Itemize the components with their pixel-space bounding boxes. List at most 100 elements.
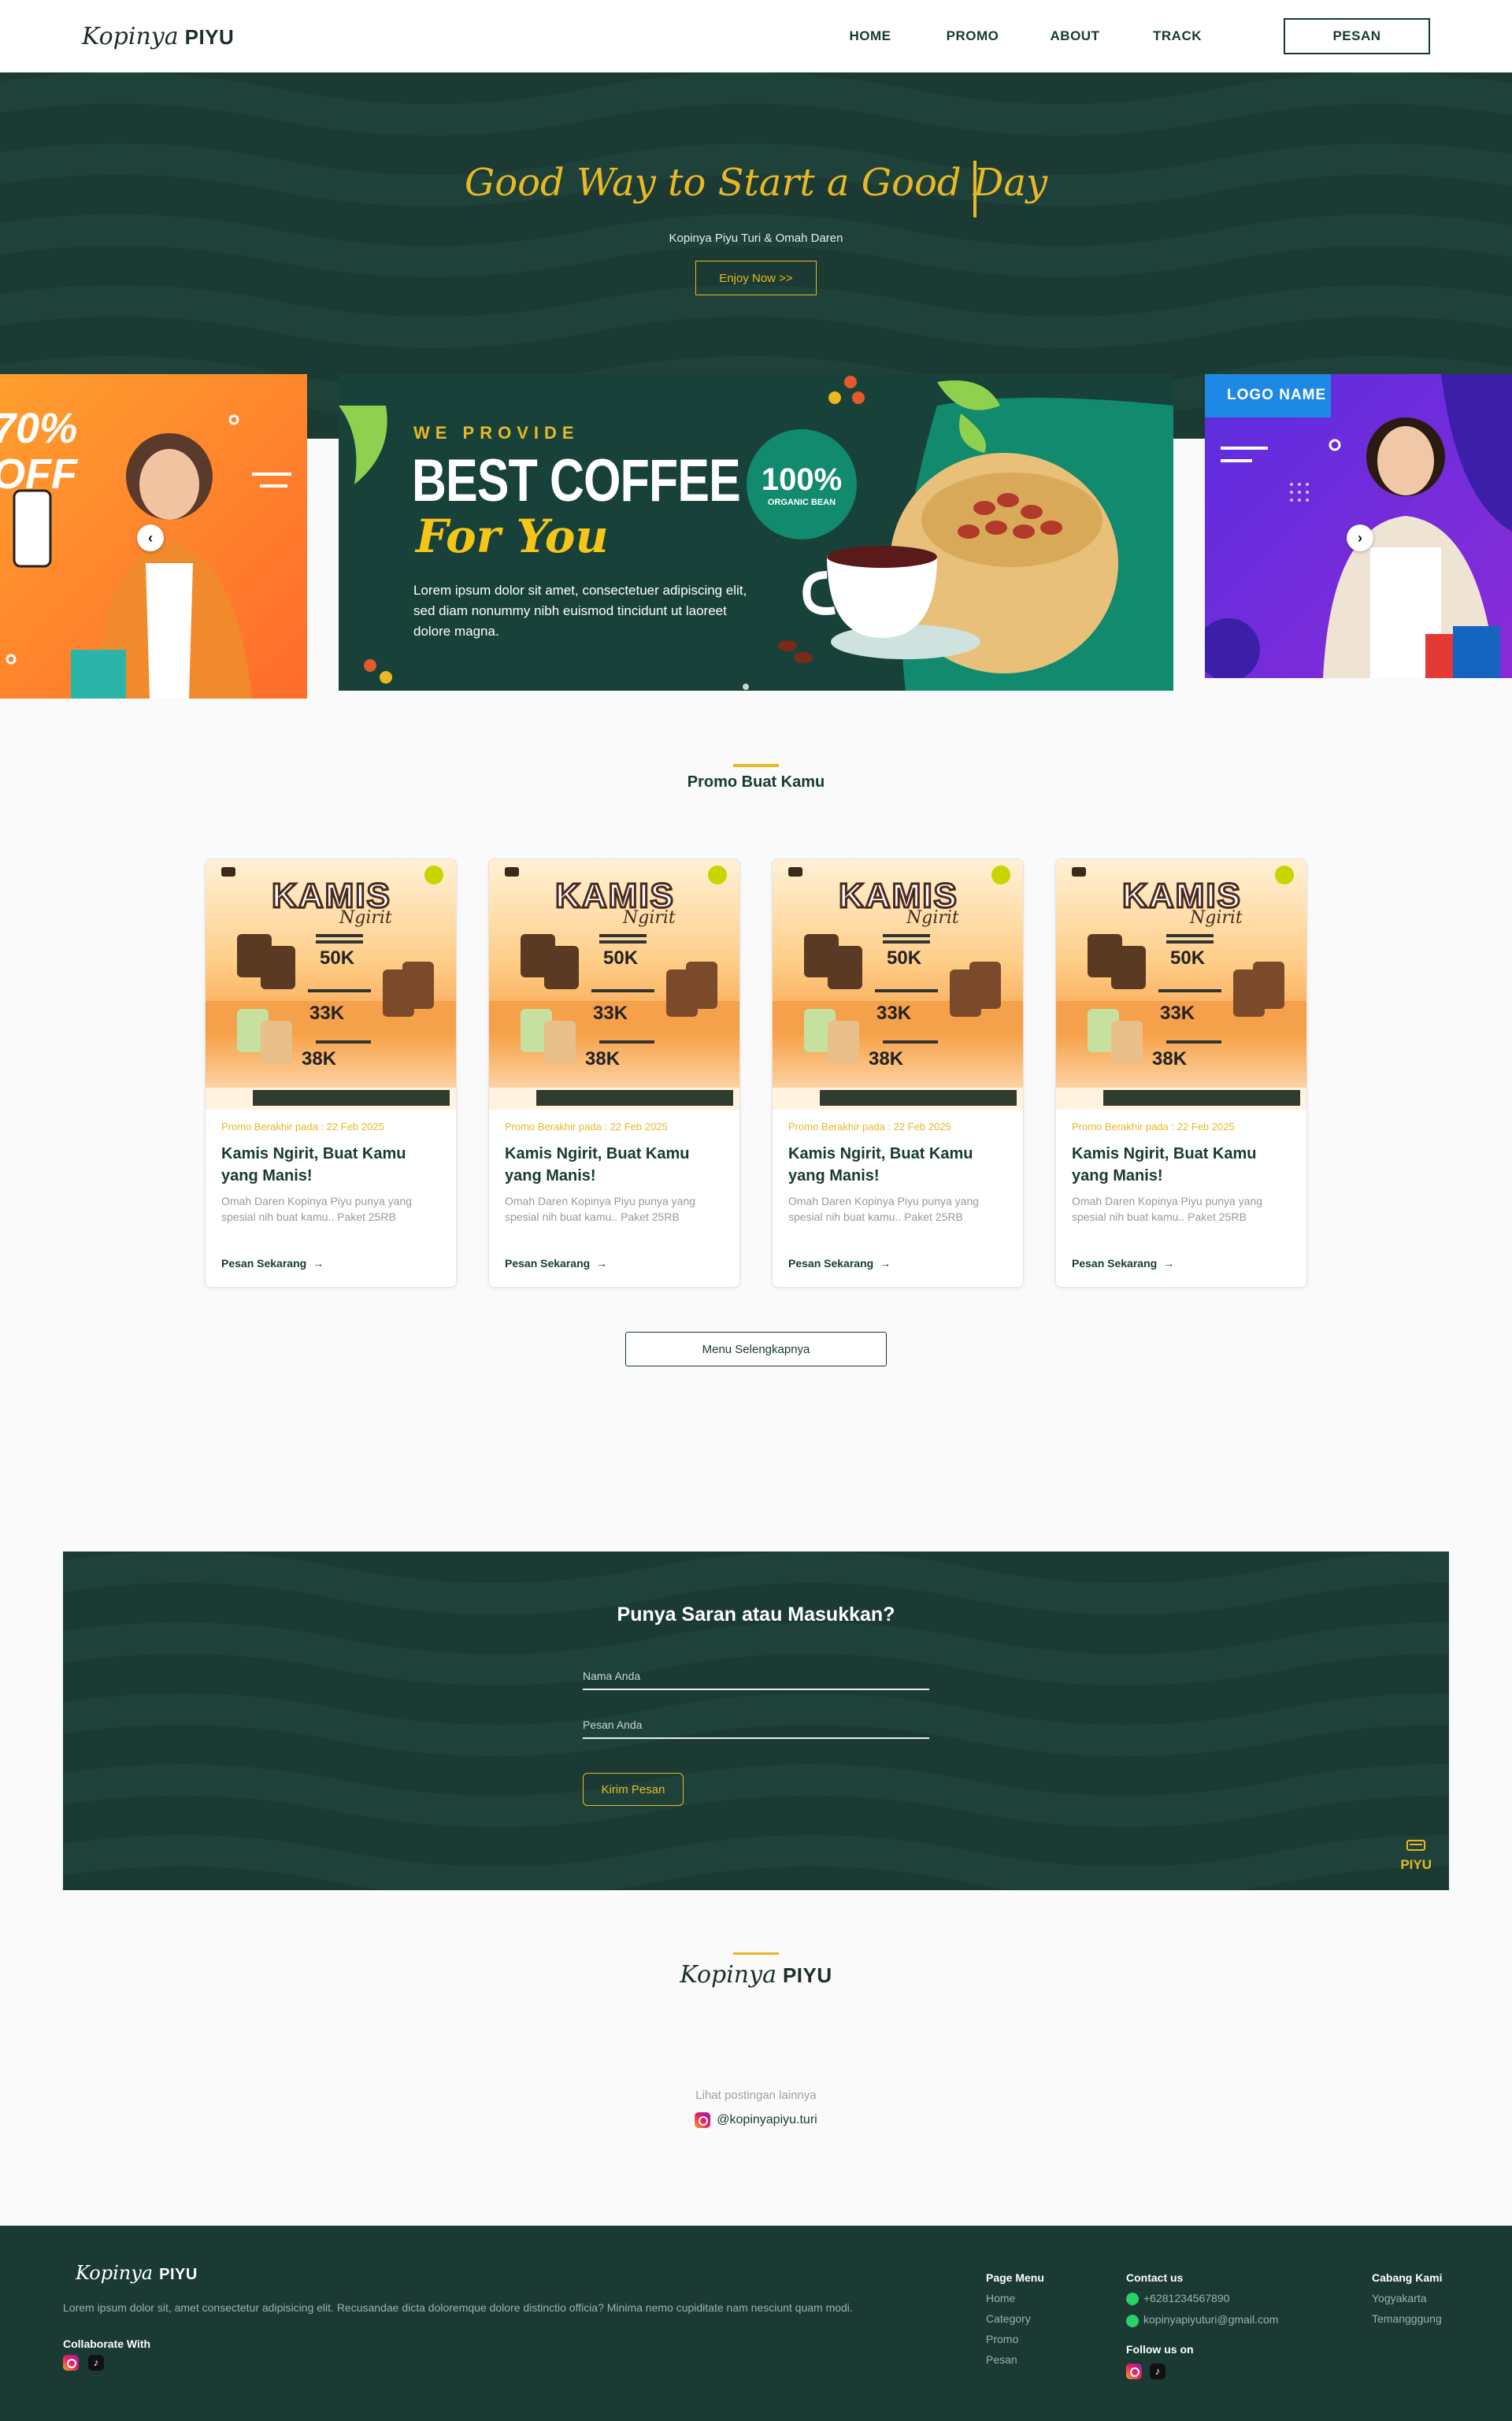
poster-price-33k: 33K (876, 1003, 912, 1024)
footer: Kopinya PIYU Lorem ipsum dolor sit, amet… (0, 2226, 1512, 2421)
poster-price-50k: 50K (1170, 947, 1206, 969)
promo-card-title: Kamis Ngirit, Buat Kamu yang Manis! (1072, 1145, 1257, 1185)
promo-card[interactable]: KAMIS Ngirit 50K 33K 38K Promo Berakhir … (1055, 858, 1307, 1288)
instagram-icon (695, 2112, 711, 2128)
carousel-next-arrow[interactable]: › (1347, 525, 1373, 551)
instagram-logo: Kopinya PIYU (0, 1961, 1512, 1989)
promo-end-date: Promo Berakhir pada : 22 Feb 2025 (221, 1121, 384, 1133)
whatsapp-icon (1126, 2314, 1139, 2327)
nav-track[interactable]: TRACK (1126, 28, 1228, 44)
banner-slide-prev[interactable]: 70% OFF ‹ (0, 374, 307, 699)
footer-link-pesan[interactable]: Pesan (986, 2353, 1044, 2366)
banner-script: For You (416, 510, 609, 563)
instagram-more-label: Lihat postingan lainnya (695, 2089, 817, 2102)
nav-home[interactable]: HOME (819, 28, 921, 44)
promo-poster-image: KAMIS Ngirit 50K 33K 38K (489, 859, 739, 1110)
follow-icons: ♪ (1126, 2363, 1278, 2379)
promo-poster-image: KAMIS Ngirit 50K 33K 38K (1056, 859, 1306, 1110)
instagram-icon[interactable] (63, 2355, 79, 2371)
promo-card[interactable]: KAMIS Ngirit 50K 33K 38K Promo Berakhir … (488, 858, 740, 1288)
poster-subtitle: Ngirit (1190, 908, 1243, 928)
promo-section-title: Promo Buat Kamu (687, 773, 825, 791)
promo-poster-image: KAMIS Ngirit 50K 33K 38K (206, 859, 456, 1110)
pesan-sekarang-link[interactable]: Pesan Sekarang → (505, 1257, 607, 1270)
contact-phone[interactable]: +6281234567890 (1126, 2292, 1278, 2306)
typing-caret (973, 161, 976, 217)
badge-percent: 100% (761, 462, 843, 497)
navbar: Kopinya PIYU HOME PROMO ABOUT TRACK PESA… (0, 0, 1512, 72)
carousel-indicator[interactable] (743, 684, 749, 690)
footer-logo[interactable]: Kopinya PIYU (76, 2262, 198, 2284)
collaborate-icons: ♪ (63, 2355, 104, 2371)
banner-slide-active[interactable]: WE PROVIDE BEST COFFEE For You Lorem ips… (339, 374, 1173, 691)
feedback-title: Punya Saran atau Masukkan? (617, 1603, 895, 1626)
poster-title: KAMIS (271, 876, 391, 917)
instagram-handle: @kopinyapiyu.turi (717, 2113, 817, 2126)
branch-temanggung[interactable]: Temangggung (1372, 2312, 1442, 2325)
logo-script: Kopinya (82, 22, 179, 50)
footer-page-menu: Page Menu Home Category Promo Pesan (986, 2271, 1044, 2374)
enjoy-now-button[interactable]: Enjoy Now >> (695, 261, 817, 295)
contact-phone-text: +6281234567890 (1143, 2292, 1230, 2304)
feedback-section: Punya Saran atau Masukkan? Nama Anda Pes… (63, 1552, 1449, 1890)
pesan-sekarang-link[interactable]: Pesan Sekarang → (1072, 1257, 1174, 1270)
branch-yogyakarta[interactable]: Yogyakarta (1372, 2292, 1442, 2304)
poster-title: KAMIS (1121, 876, 1242, 917)
promo-end-date: Promo Berakhir pada : 22 Feb 2025 (788, 1121, 951, 1133)
poster-price-33k: 33K (1160, 1003, 1195, 1024)
carousel-prev-arrow[interactable]: ‹ (137, 525, 164, 551)
poster-title: KAMIS (554, 876, 675, 917)
logo-wordmark: PIYU (184, 24, 235, 49)
corner-logo-text: PIYU (1400, 1857, 1432, 1872)
name-field[interactable]: Nama Anda (583, 1670, 929, 1690)
menu-selengkapnya-button[interactable]: Menu Selengkapnya (625, 1332, 887, 1366)
promo-card-title: Kamis Ngirit, Buat Kamu yang Manis! (221, 1145, 406, 1185)
footer-link-category[interactable]: Category (986, 2312, 1044, 2325)
promo-poster-image: KAMIS Ngirit 50K 33K 38K (773, 859, 1023, 1110)
contact-email[interactable]: kopinyapiyuturi@gmail.com (1126, 2313, 1279, 2327)
promo-card[interactable]: KAMIS Ngirit 50K 33K 38K Promo Berakhir … (205, 858, 457, 1288)
nav-about[interactable]: ABOUT (1024, 28, 1126, 44)
banner-body: Lorem ipsum dolor sit amet, consectetuer… (413, 583, 747, 639)
tiktok-icon[interactable]: ♪ (1150, 2363, 1166, 2379)
pesan-sekarang-link[interactable]: Pesan Sekarang → (788, 1257, 891, 1270)
promo-card[interactable]: KAMIS Ngirit 50K 33K 38K Promo Berakhir … (772, 858, 1024, 1288)
arrow-right-icon: → (880, 1257, 891, 1270)
hero-subtitle: Kopinya Piyu Turi & Omah Daren (669, 232, 843, 245)
cup-icon (1406, 1840, 1426, 1851)
banner-slide-next[interactable]: LOGO NAME › (1205, 374, 1512, 678)
poster-title: KAMIS (838, 876, 958, 917)
follow-title: Follow us on (1126, 2342, 1194, 2356)
contact-email-text: kopinyapiyuturi@gmail.com (1143, 2313, 1279, 2326)
message-field[interactable]: Pesan Anda (583, 1718, 929, 1739)
arrow-right-icon: → (596, 1257, 608, 1270)
brand-logo[interactable]: Kopinya PIYU (82, 23, 234, 50)
nav-promo[interactable]: PROMO (921, 28, 1024, 44)
cta-label: Pesan Sekarang (505, 1257, 591, 1270)
arrow-right-icon: → (1163, 1257, 1175, 1270)
footer-link-promo[interactable]: Promo (986, 2333, 1044, 2345)
organic-badge: 100% ORGANIC BEAN (747, 429, 857, 539)
promo-end-date: Promo Berakhir pada : 22 Feb 2025 (505, 1121, 668, 1133)
banner-right-logo: LOGO NAME (1227, 387, 1327, 403)
instagram-icon[interactable] (1126, 2363, 1142, 2379)
poster-price-50k: 50K (603, 947, 639, 969)
footer-link-home[interactable]: Home (986, 2292, 1044, 2304)
footer-branches: Cabang Kami Yogyakarta Temangggung (1372, 2271, 1442, 2333)
promo-card-title: Kamis Ngirit, Buat Kamu yang Manis! (505, 1145, 690, 1185)
pesan-sekarang-link[interactable]: Pesan Sekarang → (221, 1257, 324, 1270)
footer-logo-script: Kopinya (76, 2262, 154, 2284)
poster-price-33k: 33K (309, 1003, 345, 1024)
ins-logo-script: Kopinya (680, 1961, 776, 1989)
poster-price-38k: 38K (302, 1048, 337, 1070)
branches-title: Cabang Kami (1372, 2271, 1443, 2284)
poster-price-38k: 38K (869, 1048, 904, 1070)
promo-end-date: Promo Berakhir pada : 22 Feb 2025 (1072, 1121, 1235, 1133)
promo-card-title: Kamis Ngirit, Buat Kamu yang Manis! (788, 1145, 973, 1185)
whatsapp-icon (1126, 2293, 1139, 2306)
kirim-pesan-button[interactable]: Kirim Pesan (583, 1773, 684, 1806)
pesan-button[interactable]: PESAN (1284, 18, 1430, 54)
cta-label: Pesan Sekarang (1072, 1257, 1158, 1270)
tiktok-icon[interactable]: ♪ (88, 2355, 104, 2371)
instagram-handle-link[interactable]: @kopinyapiyu.turi (0, 2112, 1512, 2128)
